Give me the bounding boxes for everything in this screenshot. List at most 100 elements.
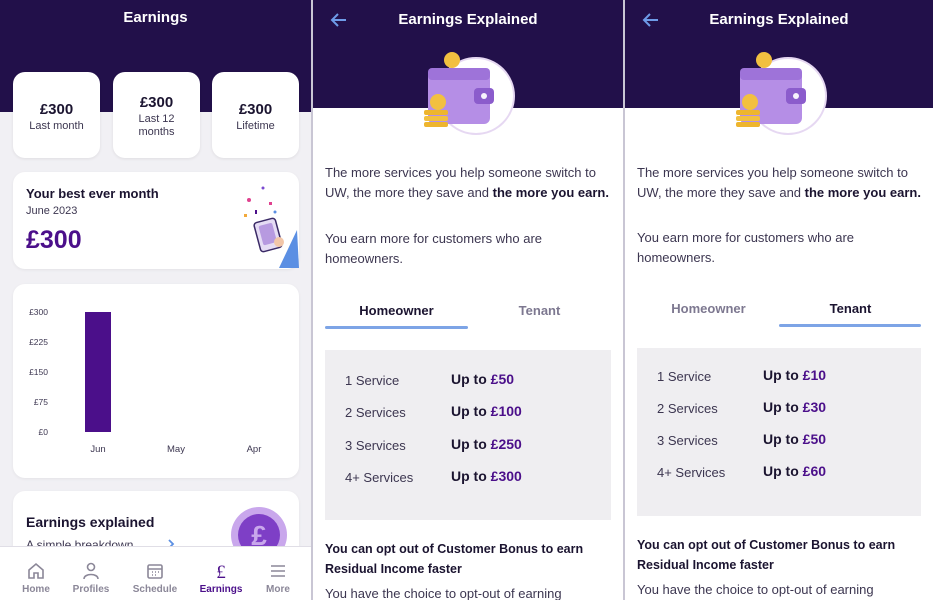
- earnings-screen: Earnings £300 Last month £300 Last 12 mo…: [0, 0, 311, 600]
- service-count: 1 Service: [345, 373, 400, 388]
- table-row: 3 Services Up to £50: [657, 430, 907, 452]
- service-count: 1 Service: [657, 369, 712, 384]
- best-month-card: Your best ever month June 2023 £300: [13, 172, 299, 269]
- earning-amount: Up to £300: [451, 468, 522, 484]
- stat-value: £300: [39, 101, 74, 118]
- service-count: 3 Services: [345, 438, 406, 453]
- service-count: 4+ Services: [657, 465, 726, 480]
- table-row: 3 Services Up to £250: [345, 435, 595, 457]
- amount-prefix: Up to: [451, 403, 491, 419]
- amount-prefix: Up to: [763, 367, 803, 383]
- earnings-explained-homeowner-screen: Earnings Explained The more services you…: [313, 0, 623, 600]
- tab-earnings[interactable]: £ Earnings: [192, 547, 250, 600]
- active-tab-indicator: [779, 324, 921, 327]
- stat-card-last-12-months[interactable]: £300 Last 12 months: [113, 72, 200, 158]
- table-row: 2 Services Up to £100: [345, 402, 595, 424]
- table-row: 4+ Services Up to £60: [657, 462, 907, 484]
- tab-home[interactable]: Home: [7, 547, 65, 600]
- amount-prefix: Up to: [763, 463, 803, 479]
- stat-card-lifetime[interactable]: £300 Lifetime: [212, 72, 299, 158]
- best-month-amount: £300: [26, 226, 82, 254]
- page-title: Earnings Explained: [398, 11, 538, 28]
- stat-value: £300: [238, 101, 273, 118]
- earning-amount: Up to £50: [763, 431, 826, 447]
- stat-label: Last month: [29, 120, 84, 132]
- earnings-bar-chart: £300 £225 £150 £75 £0 Jun May Apr: [29, 307, 262, 455]
- amount-value: £50: [802, 431, 827, 447]
- tab-tenant[interactable]: Tenant: [779, 301, 922, 316]
- tab-homeowner[interactable]: Homeowner: [325, 303, 468, 318]
- menu-icon: [271, 565, 285, 577]
- service-count: 2 Services: [345, 405, 406, 420]
- tab-label: Profiles: [72, 584, 110, 595]
- opt-out-heading: You can opt out of Customer Bonus to ear…: [637, 538, 896, 572]
- wallet-illustration: [424, 52, 515, 135]
- opt-out-text: You have the choice to opt-out of earnin…: [637, 582, 874, 597]
- amount-value: £30: [802, 399, 827, 415]
- x-tick-label: Apr: [247, 444, 262, 455]
- stat-label: Last 12 months: [138, 113, 175, 138]
- earning-amount: Up to £100: [451, 403, 522, 419]
- table-row: 2 Services Up to £30: [657, 398, 907, 420]
- table-row: 1 Service Up to £10: [657, 366, 907, 388]
- table-row: 1 Service Up to £50: [345, 370, 595, 392]
- homeowner-paragraph: You earn more for customers who are home…: [325, 231, 543, 266]
- stat-label: Lifetime: [236, 120, 275, 132]
- earnings-explained-title: Earnings explained: [26, 514, 155, 530]
- service-count: 2 Services: [657, 401, 718, 416]
- amount-prefix: Up to: [451, 436, 491, 452]
- earning-amount: Up to £60: [763, 463, 826, 479]
- best-month-title: Your best ever month: [26, 186, 159, 201]
- active-tab-indicator: [325, 326, 468, 329]
- tab-schedule[interactable]: Schedule: [126, 547, 184, 600]
- tab-label: More: [266, 584, 290, 595]
- pound-icon: £: [216, 562, 226, 581]
- intro-paragraph: The more services you help someone switc…: [325, 163, 615, 203]
- amount-value: £100: [490, 403, 522, 419]
- y-tick-label: £225: [29, 337, 48, 347]
- earning-amount: Up to £10: [763, 367, 826, 383]
- earning-amount: Up to £250: [451, 436, 522, 452]
- svg-text:£: £: [216, 562, 226, 581]
- homeowner-paragraph: You earn more for customers who are home…: [637, 230, 855, 265]
- intro-paragraph: The more services you help someone switc…: [637, 163, 927, 203]
- y-tick-label: £0: [39, 427, 49, 437]
- amount-value: £10: [802, 367, 827, 383]
- tab-profiles[interactable]: Profiles: [62, 547, 120, 600]
- tab-more[interactable]: More: [249, 547, 307, 600]
- y-tick-label: £150: [29, 367, 48, 377]
- stat-card-last-month[interactable]: £300 Last month: [13, 72, 100, 158]
- opt-out-heading: You can opt out of Customer Bonus to ear…: [325, 542, 584, 576]
- service-count: 3 Services: [657, 433, 718, 448]
- amount-prefix: Up to: [763, 399, 803, 415]
- celebration-illustration: [244, 186, 299, 268]
- amount-prefix: Up to: [451, 468, 491, 484]
- intro-emphasis: the more you earn.: [804, 185, 921, 200]
- y-tick-label: £75: [34, 397, 48, 407]
- tab-label: Home: [22, 584, 50, 595]
- wallet-illustration: [736, 52, 827, 135]
- earning-amount: Up to £30: [763, 399, 826, 415]
- stat-value: £300: [139, 94, 174, 111]
- amount-prefix: Up to: [763, 431, 803, 447]
- bottom-tab-bar: Home Profiles Schedule £ Earnings More: [0, 546, 311, 600]
- amount-prefix: Up to: [451, 371, 491, 387]
- earnings-table: 1 Service Up to £10 2 Services Up to £30…: [637, 348, 921, 516]
- table-row: 4+ Services Up to £300: [345, 467, 595, 489]
- intro-emphasis: the more you earn.: [492, 185, 609, 200]
- amount-value: £300: [490, 468, 522, 484]
- tab-tenant[interactable]: Tenant: [468, 303, 611, 318]
- amount-value: £50: [490, 371, 515, 387]
- chart-bar: [85, 312, 111, 432]
- earnings-chart-card: £300 £225 £150 £75 £0 Jun May Apr: [13, 284, 299, 478]
- person-icon: [83, 562, 99, 580]
- calendar-icon: [147, 564, 163, 579]
- tab-homeowner[interactable]: Homeowner: [637, 301, 780, 316]
- service-count: 4+ Services: [345, 470, 414, 485]
- earnings-table: 1 Service Up to £50 2 Services Up to £10…: [325, 350, 611, 520]
- page-title: Earnings: [123, 9, 188, 26]
- earnings-explained-tenant-screen: Earnings Explained The more services you…: [625, 0, 933, 600]
- amount-value: £250: [490, 436, 522, 452]
- opt-out-text: You have the choice to opt-out of earnin…: [325, 586, 562, 600]
- x-tick-label: May: [167, 444, 185, 455]
